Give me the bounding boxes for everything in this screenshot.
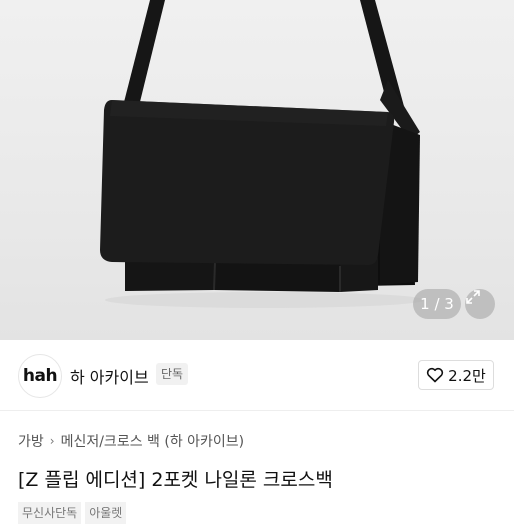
tag-exclusive: 무신사단독 <box>18 502 82 524</box>
expand-button[interactable] <box>465 289 495 319</box>
like-count: 2.2만 <box>448 366 486 385</box>
brand-logo[interactable]: hah <box>18 354 62 398</box>
image-pager: 1 / 3 <box>413 289 461 319</box>
exclusive-badge: 단독 <box>156 363 189 385</box>
chevron-right-icon: › <box>49 434 55 448</box>
product-image[interactable]: 1 / 3 <box>0 0 514 340</box>
brand-row: hah 하 아카이브 단독 2.2만 <box>0 340 514 411</box>
brand-name[interactable]: 하 아카이브 <box>70 364 149 388</box>
tag-outlet: 아울렛 <box>85 502 127 524</box>
brand-logo-text: hah <box>22 366 58 386</box>
like-button[interactable]: 2.2만 <box>418 360 494 390</box>
breadcrumb-item-subcategory[interactable]: 메신저/크로스 백 (하 아카이브) <box>61 431 245 451</box>
image-pager-text: 1 / 3 <box>420 295 454 313</box>
breadcrumb: 가방 › 메신저/크로스 백 (하 아카이브) <box>18 431 244 451</box>
heart-icon <box>427 367 444 383</box>
breadcrumb-item-category[interactable]: 가방 <box>18 431 44 451</box>
product-title: [Z 플립 에디션] 2포켓 나일론 크로스백 <box>18 469 333 491</box>
expand-icon <box>466 290 480 304</box>
product-tags: 무신사단독 아울렛 <box>18 502 127 524</box>
